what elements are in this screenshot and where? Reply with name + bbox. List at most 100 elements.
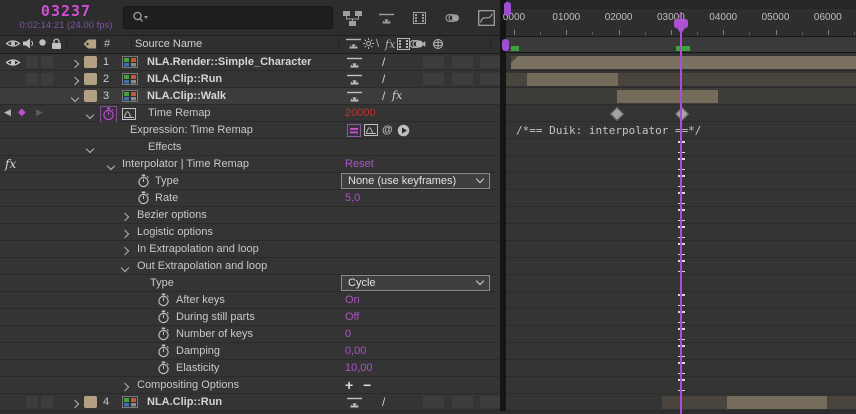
expression-menu-icon[interactable] <box>397 124 413 136</box>
property-value[interactable]: Reset <box>345 158 374 170</box>
audio-toggle-cell[interactable] <box>26 90 38 102</box>
quality-toggle[interactable]: / <box>382 55 385 69</box>
layer-twirl[interactable] <box>72 75 82 85</box>
effects-active-toggle[interactable]: fx <box>392 89 402 102</box>
graph-set-icon[interactable] <box>122 108 138 120</box>
mini-flowchart-icon[interactable] <box>342 8 363 28</box>
property-twirl[interactable] <box>87 143 97 153</box>
quality-toggle[interactable]: / <box>382 395 385 409</box>
switch-cell[interactable] <box>423 56 444 68</box>
audio-toggle-cell[interactable] <box>26 73 38 85</box>
switch-cell[interactable] <box>452 73 473 85</box>
quality-toggle[interactable]: / <box>382 89 385 103</box>
property-twirl[interactable] <box>122 381 132 391</box>
property-twirl[interactable] <box>122 262 132 272</box>
property-value[interactable]: 0,00 <box>345 345 366 357</box>
shy-toggle[interactable] <box>347 57 363 69</box>
marker-current-green[interactable] <box>676 46 690 51</box>
work-area-bar[interactable] <box>506 37 856 53</box>
switch-cell[interactable] <box>452 56 473 68</box>
property-value[interactable]: On <box>345 294 360 306</box>
layer-duration-bar[interactable] <box>527 73 618 86</box>
shy-toggle[interactable] <box>347 74 363 86</box>
property-twirl[interactable] <box>108 160 118 170</box>
switch-cell[interactable] <box>480 73 501 85</box>
property-twirl[interactable] <box>122 211 132 221</box>
property-twirl[interactable] <box>122 228 132 238</box>
column-source-name[interactable]: Source Name <box>135 38 202 50</box>
property-value[interactable]: 20000 <box>345 107 376 119</box>
motion-blur-icon[interactable] <box>442 8 463 28</box>
video-visibility-toggle[interactable] <box>5 397 21 408</box>
solo-toggle-cell[interactable] <box>41 396 53 408</box>
layer-name[interactable]: NLA.Clip::Run <box>147 73 222 85</box>
solo-toggle-cell[interactable] <box>41 56 53 68</box>
keyframe-diamond[interactable] <box>610 107 624 121</box>
label-color-swatch[interactable] <box>84 56 97 68</box>
audio-toggle-cell[interactable] <box>26 56 38 68</box>
switch-cell[interactable] <box>480 56 501 68</box>
add-remove-buttons[interactable]: + − <box>345 377 374 393</box>
marker-in-green[interactable] <box>511 46 519 51</box>
time-navigator-handle-top[interactable] <box>504 2 511 16</box>
stopwatch-icon[interactable] <box>157 344 173 356</box>
shy-toggle[interactable] <box>347 397 363 409</box>
layer-duration-bar[interactable] <box>511 56 856 69</box>
panel-divider[interactable] <box>500 0 506 414</box>
stopwatch-icon[interactable] <box>157 310 173 322</box>
current-time-display[interactable]: 03237 <box>10 2 122 20</box>
frame-blend-icon[interactable] <box>409 8 430 28</box>
property-value[interactable]: Off <box>345 311 359 323</box>
stopwatch-icon[interactable] <box>100 106 116 118</box>
stopwatch-icon[interactable] <box>157 327 173 339</box>
stopwatch-icon[interactable] <box>137 174 153 186</box>
search-input[interactable] <box>123 6 333 29</box>
layer-twirl[interactable] <box>72 58 82 68</box>
property-value[interactable]: 5,0 <box>345 192 360 204</box>
video-visibility-toggle[interactable] <box>5 74 21 85</box>
property-value[interactable]: 0 <box>345 328 351 340</box>
stopwatch-icon[interactable] <box>137 191 153 203</box>
time-navigator-handle-workarea[interactable] <box>502 39 509 51</box>
switch-cell[interactable] <box>423 90 444 102</box>
previous-keyframe-button[interactable]: ◀ <box>4 107 11 118</box>
stopwatch-icon[interactable] <box>157 361 173 373</box>
layer-duration-bar[interactable] <box>727 396 827 409</box>
switch-cell[interactable] <box>423 73 444 85</box>
solo-toggle-cell[interactable] <box>41 90 53 102</box>
switch-cell[interactable] <box>452 90 473 102</box>
shy-toggle[interactable] <box>347 91 363 103</box>
layer-duration-bar[interactable] <box>617 90 718 103</box>
add-keyframe-diamond[interactable]: ◆ <box>18 107 26 118</box>
solo-toggle-cell[interactable] <box>41 73 53 85</box>
current-time-indicator-handle[interactable] <box>674 19 688 28</box>
stopwatch-icon[interactable] <box>157 293 173 305</box>
layer-twirl[interactable] <box>72 398 82 408</box>
switch-cell[interactable] <box>480 396 501 408</box>
label-color-swatch[interactable] <box>84 90 97 102</box>
quality-toggle[interactable]: / <box>382 72 385 86</box>
pick-whip-icon[interactable]: @ <box>382 124 398 136</box>
video-visibility-toggle[interactable] <box>5 57 21 68</box>
property-value[interactable]: 10,00 <box>345 362 373 374</box>
property-twirl[interactable] <box>122 245 132 255</box>
video-visibility-toggle[interactable] <box>5 91 21 102</box>
graph-set-icon[interactable] <box>364 124 380 136</box>
property-dropdown[interactable]: Cycle <box>341 275 490 291</box>
property-dropdown[interactable]: None (use keyframes) <box>341 173 490 189</box>
audio-toggle-cell[interactable] <box>26 396 38 408</box>
layer-name[interactable]: NLA.Clip::Walk <box>147 90 226 102</box>
layer-twirl[interactable] <box>72 92 82 102</box>
switch-cell[interactable] <box>452 396 473 408</box>
layer-name[interactable]: NLA.Clip::Run <box>147 396 222 408</box>
switch-cell[interactable] <box>423 396 444 408</box>
next-keyframe-button[interactable]: ▶ <box>36 107 43 118</box>
layer-name[interactable]: NLA.Render::Simple_Character <box>147 56 311 68</box>
keyframe-diamond[interactable] <box>675 107 689 121</box>
label-color-swatch[interactable] <box>84 73 97 85</box>
label-color-swatch[interactable] <box>84 396 97 408</box>
property-twirl[interactable] <box>87 109 97 119</box>
expression-enable-icon[interactable] <box>347 124 363 136</box>
switch-cell[interactable] <box>480 90 501 102</box>
shy-icon[interactable] <box>375 8 396 28</box>
